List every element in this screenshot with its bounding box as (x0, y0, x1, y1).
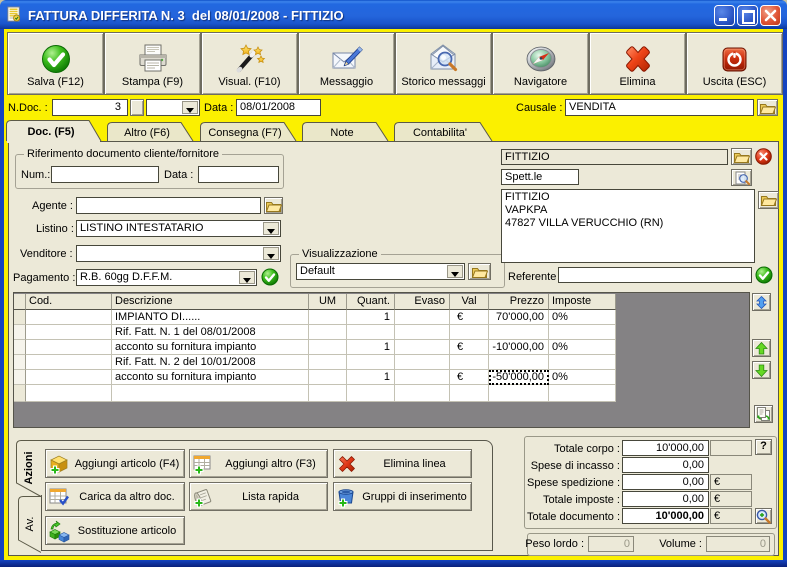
svg-text:Note: Note (330, 127, 353, 139)
svg-text:Consegna (F7): Consegna (F7) (208, 127, 281, 139)
svg-text:Contabilita': Contabilita' (413, 127, 467, 139)
svg-text:Azioni: Azioni (23, 452, 35, 485)
svg-text:Doc. (F5): Doc. (F5) (27, 126, 74, 138)
svg-text:Altro (F6): Altro (F6) (124, 127, 170, 139)
svg-text:Av.: Av. (24, 517, 36, 532)
